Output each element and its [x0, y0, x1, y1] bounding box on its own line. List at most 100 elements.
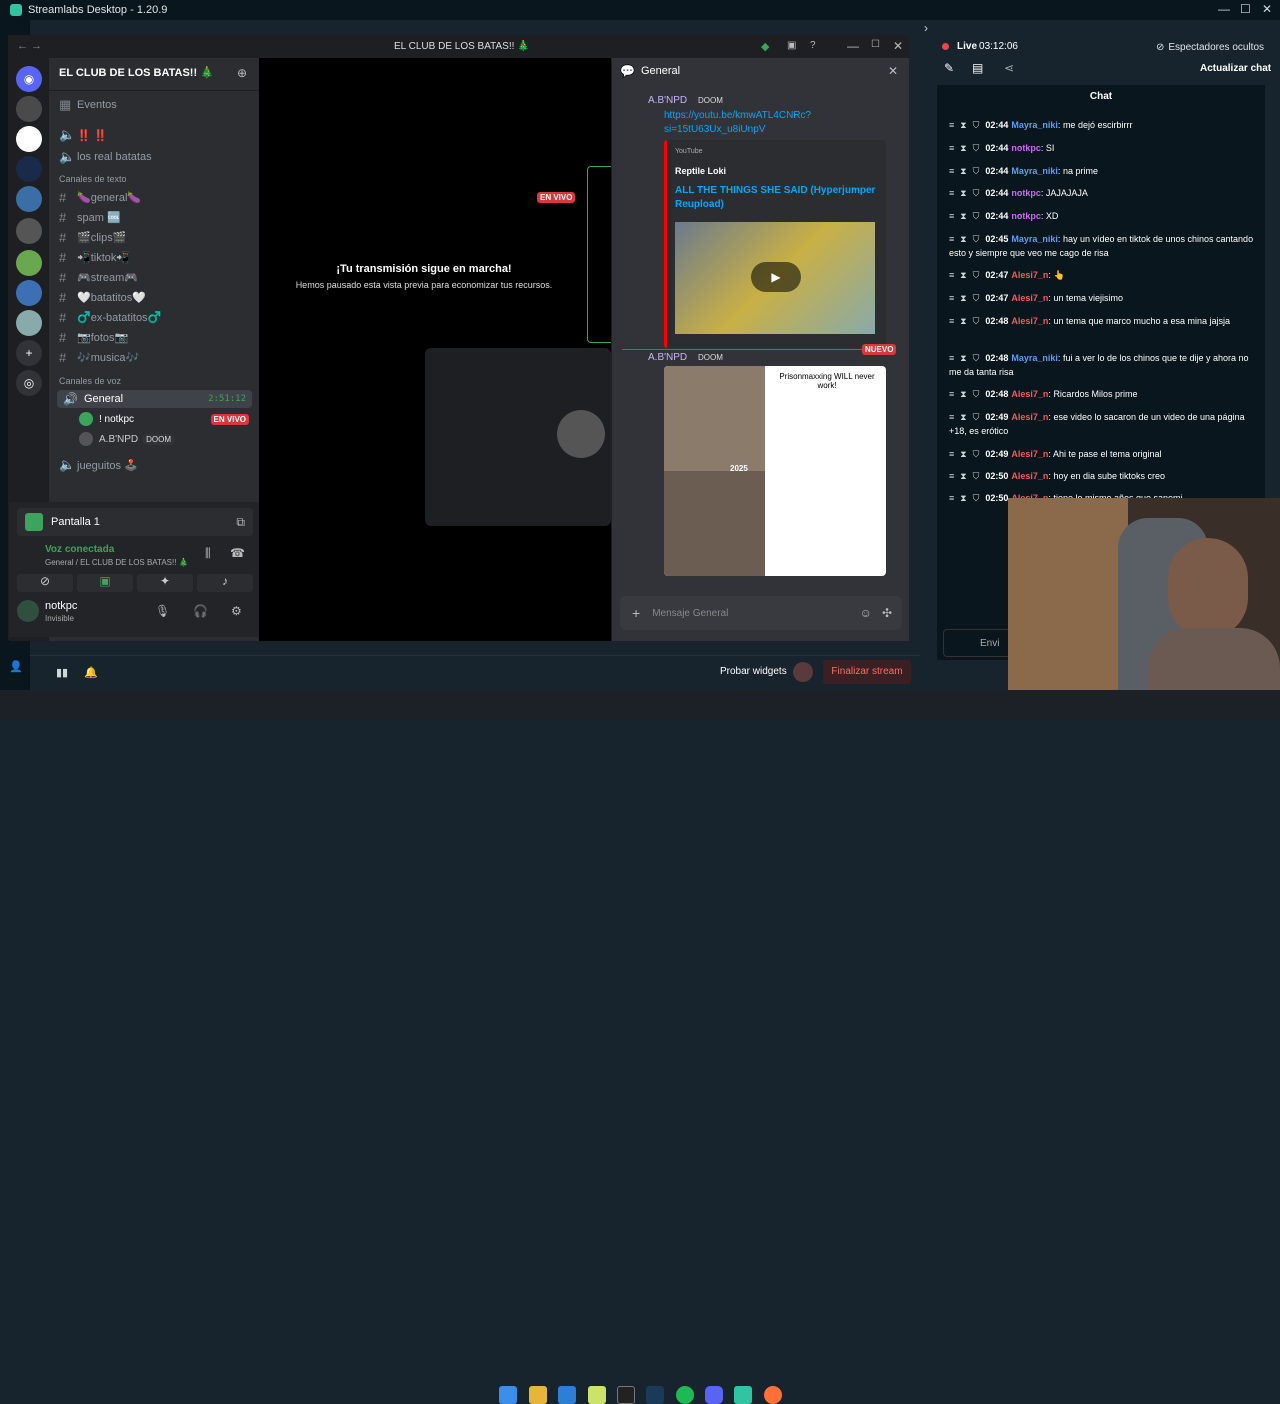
maximize-icon[interactable]: ☐: [871, 39, 880, 50]
voice-user[interactable]: ! notkpc EN VIVO: [79, 410, 249, 428]
menu-icon[interactable]: ≡: [949, 471, 954, 481]
channel-item[interactable]: # 📲tiktok📲: [59, 248, 130, 266]
explore-icon[interactable]: ◎: [16, 370, 42, 396]
hourglass-icon[interactable]: ⧗: [960, 120, 966, 130]
add-server-icon[interactable]: +: [16, 340, 42, 366]
voice-category[interactable]: Canales de voz: [59, 376, 121, 386]
hourglass-icon[interactable]: ⧗: [960, 389, 966, 399]
server-icon[interactable]: [16, 218, 42, 244]
message-user[interactable]: Alesi7_n: [1011, 293, 1048, 303]
end-stream-button[interactable]: Finalizar stream: [823, 660, 911, 684]
message-user[interactable]: Mayra_niki: [1011, 353, 1058, 363]
message-user[interactable]: Mayra_niki: [1011, 166, 1058, 176]
share-icon[interactable]: ⋖: [1004, 61, 1014, 75]
menu-icon[interactable]: ≡: [949, 316, 954, 326]
message-input[interactable]: + Mensaje General ☺ ✣: [620, 596, 902, 630]
emoji-icon[interactable]: ☺: [860, 606, 872, 620]
menu-icon[interactable]: ≡: [949, 143, 954, 153]
avatar[interactable]: [17, 600, 39, 622]
menu-icon[interactable]: ≡: [949, 449, 954, 459]
voice-connected-sub[interactable]: General / EL CLUB DE LOS BATAS!! 🎄: [45, 558, 189, 567]
hourglass-icon[interactable]: ⧗: [960, 493, 966, 503]
hourglass-icon[interactable]: ⧗: [960, 234, 966, 244]
hourglass-icon[interactable]: ⧗: [960, 293, 966, 303]
steam-icon[interactable]: [646, 1386, 664, 1404]
meme-image[interactable]: Prisonmaxxing WILL never work! 2025: [664, 366, 886, 576]
server-icon[interactable]: [16, 250, 42, 276]
popout-icon[interactable]: ▤: [972, 61, 983, 75]
hourglass-icon[interactable]: ⧗: [960, 166, 966, 176]
maximize-icon[interactable]: ☐: [1240, 2, 1251, 16]
avatar[interactable]: [793, 662, 813, 682]
stream-tile[interactable]: [587, 166, 611, 343]
add-attachment-icon[interactable]: +: [632, 605, 640, 621]
file-explorer-icon[interactable]: [529, 1386, 547, 1404]
viewers-hidden[interactable]: ⊘ Espectadores ocultos: [1156, 42, 1264, 53]
voice-user[interactable]: A.B'NPD DOOM: [79, 430, 249, 448]
microphone-icon[interactable]: 🎙: [155, 604, 170, 618]
close-icon[interactable]: ✕: [893, 39, 903, 53]
spotify-icon[interactable]: [676, 1386, 694, 1404]
user-icon[interactable]: 👤: [9, 660, 23, 673]
activities-icon[interactable]: ✦: [137, 574, 193, 592]
menu-icon[interactable]: ≡: [949, 120, 954, 130]
close-icon[interactable]: ✕: [1262, 2, 1272, 16]
refresh-chat-button[interactable]: Actualizar chat: [1200, 63, 1271, 74]
server-name[interactable]: EL CLUB DE LOS BATAS!! 🎄: [59, 66, 214, 79]
hourglass-icon[interactable]: ⧗: [960, 353, 966, 363]
hourglass-icon[interactable]: ⧗: [960, 211, 966, 221]
hourglass-icon[interactable]: ⧗: [960, 449, 966, 459]
apps-icon[interactable]: ✣: [882, 606, 892, 620]
shield-icon[interactable]: ⛉: [973, 493, 980, 503]
add-member-icon[interactable]: ⊕: [237, 66, 247, 80]
play-icon[interactable]: ▶: [751, 262, 801, 292]
firefox-icon[interactable]: [764, 1386, 782, 1404]
user-tile[interactable]: [425, 348, 611, 526]
capcut-icon[interactable]: [617, 1386, 635, 1404]
shield-icon[interactable]: ⛉: [973, 389, 980, 399]
channel-item[interactable]: 🔈 los real batatas: [59, 148, 152, 166]
video-off-icon[interactable]: ⊘: [17, 574, 73, 592]
menu-icon[interactable]: ≡: [949, 166, 954, 176]
message-author[interactable]: A.B'NPD: [648, 352, 687, 363]
message-user[interactable]: Mayra_niki: [1011, 234, 1058, 244]
message-user[interactable]: Alesi7_n: [1011, 316, 1048, 326]
settings-icon[interactable]: ⚙: [231, 604, 242, 618]
channel-item[interactable]: # 📷fotos📷: [59, 328, 128, 346]
shield-icon[interactable]: ⛉: [973, 471, 980, 481]
channel-item[interactable]: # 🎮stream🎮: [59, 268, 138, 286]
server-icon[interactable]: [16, 186, 42, 212]
shield-icon[interactable]: ⛉: [973, 143, 980, 153]
server-icon[interactable]: [16, 96, 42, 122]
events-item[interactable]: ▦ Eventos: [59, 96, 117, 114]
minimize-icon[interactable]: —: [1218, 2, 1230, 16]
headphones-icon[interactable]: 🎧: [193, 604, 208, 618]
voice-channel-general[interactable]: 🔊 General 2:51:12: [57, 390, 252, 408]
shield-icon[interactable]: ⛉: [973, 270, 980, 280]
vscode-icon[interactable]: [558, 1386, 576, 1404]
menu-icon[interactable]: ≡: [949, 188, 954, 198]
channel-item[interactable]: # ♂️ex-batatitos♂️: [59, 308, 161, 326]
shield-icon[interactable]: ⛉: [973, 188, 980, 198]
menu-icon[interactable]: ≡: [949, 353, 954, 363]
bell-icon[interactable]: 🔔: [84, 666, 98, 679]
menu-icon[interactable]: ≡: [949, 389, 954, 399]
help-icon[interactable]: ?: [810, 40, 816, 51]
stats-icon[interactable]: ▮▮: [56, 666, 68, 679]
collapse-icon[interactable]: ›: [924, 21, 928, 35]
menu-icon[interactable]: ≡: [949, 234, 954, 244]
channel-item[interactable]: 🔈 ‼️ ‼️: [59, 126, 107, 144]
popout-icon[interactable]: ⧉: [236, 515, 245, 530]
menu-icon[interactable]: ≡: [949, 412, 954, 422]
message-user[interactable]: notkpc: [1011, 211, 1041, 221]
message-user[interactable]: Mayra_niki: [1011, 120, 1058, 130]
streamlabs-icon[interactable]: [734, 1386, 752, 1404]
channel-item[interactable]: # 🎬clips🎬: [59, 228, 126, 246]
shield-icon[interactable]: ⛉: [973, 293, 980, 303]
shield-icon[interactable]: ⛉: [973, 449, 980, 459]
noise-icon[interactable]: ⫼: [205, 546, 211, 561]
windows-start-icon[interactable]: [499, 1386, 517, 1404]
server-icon[interactable]: [16, 280, 42, 306]
nav-back-icon[interactable]: ← →: [17, 40, 42, 52]
hourglass-icon[interactable]: ⧗: [960, 143, 966, 153]
